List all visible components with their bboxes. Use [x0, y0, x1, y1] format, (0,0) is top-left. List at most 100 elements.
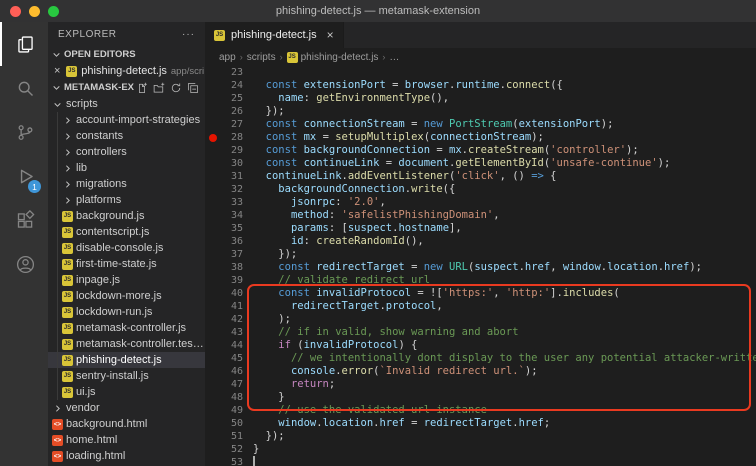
tree-item-ui.js[interactable]: JSui.js: [48, 384, 205, 400]
tree-item-background.html[interactable]: <>background.html: [48, 416, 205, 432]
code-line-36[interactable]: 36 id: createRandomId(),: [205, 235, 756, 248]
line-number[interactable]: 33: [205, 196, 245, 209]
line-number[interactable]: 31: [205, 170, 245, 183]
code-line-43[interactable]: 43 // if in valid, show warning and abor…: [205, 326, 756, 339]
close-icon[interactable]: ×: [327, 28, 334, 42]
code-line-44[interactable]: 44 if (invalidProtocol) {: [205, 339, 756, 352]
line-number[interactable]: 47: [205, 378, 245, 391]
activity-extensions-button[interactable]: [0, 198, 48, 242]
tree-item-lockdown-more.js[interactable]: JSlockdown-more.js: [48, 288, 205, 304]
tree-item-metamask-controller.test.js[interactable]: JSmetamask-controller.test.js: [48, 336, 205, 352]
line-number[interactable]: 24: [205, 79, 245, 92]
line-number[interactable]: 53: [205, 456, 245, 466]
code-line-29[interactable]: 29 const backgroundConnection = mx.creat…: [205, 144, 756, 157]
line-number[interactable]: 26: [205, 105, 245, 118]
tree-item-first-time-state.js[interactable]: JSfirst-time-state.js: [48, 256, 205, 272]
refresh-icon[interactable]: [170, 82, 182, 94]
activity-run-debug-button[interactable]: 1: [0, 154, 48, 198]
tree-item-controllers[interactable]: controllers: [48, 144, 205, 160]
tree-item-scripts[interactable]: scripts: [48, 96, 205, 112]
line-number[interactable]: 25: [205, 92, 245, 105]
tree-item-lib[interactable]: lib: [48, 160, 205, 176]
line-number[interactable]: 50: [205, 417, 245, 430]
code-line-51[interactable]: 51 });: [205, 430, 756, 443]
tree-item-inpage.js[interactable]: JSinpage.js: [48, 272, 205, 288]
tree-item-lockdown-run.js[interactable]: JSlockdown-run.js: [48, 304, 205, 320]
code-line-45[interactable]: 45 // we intentionally dont display to t…: [205, 352, 756, 365]
code-line-23[interactable]: 23: [205, 66, 756, 79]
breadcrumb-item-scripts[interactable]: scripts: [247, 52, 276, 63]
line-number[interactable]: 49: [205, 404, 245, 417]
tree-item-vendor[interactable]: vendor: [48, 400, 205, 416]
activity-account-button[interactable]: [0, 242, 48, 286]
code-area[interactable]: 2324 const extensionPort = browser.runti…: [205, 66, 756, 466]
line-number[interactable]: 41: [205, 300, 245, 313]
workspace-header[interactable]: METAMASK-EXTENS...: [48, 79, 205, 96]
activity-explorer-button[interactable]: [0, 22, 48, 66]
breadcrumb-item-phishing-detect.js[interactable]: JSphishing-detect.js: [287, 52, 379, 63]
code-line-46[interactable]: 46 console.error(`Invalid redirect url.`…: [205, 365, 756, 378]
zoom-window-button[interactable]: [48, 6, 59, 17]
tab-phishing-detect[interactable]: JS phishing-detect.js ×: [205, 22, 344, 48]
breadcrumb-item-…[interactable]: …: [389, 52, 399, 63]
tree-item-platforms[interactable]: platforms: [48, 192, 205, 208]
code-line-26[interactable]: 26 });: [205, 105, 756, 118]
code-line-39[interactable]: 39 // validate redirect url: [205, 274, 756, 287]
code-line-28[interactable]: 28 const mx = setupMultiplex(connectionS…: [205, 131, 756, 144]
tree-item-account-import-strategies[interactable]: account-import-strategies: [48, 112, 205, 128]
new-file-icon[interactable]: [136, 82, 148, 94]
line-number[interactable]: 46: [205, 365, 245, 378]
line-number[interactable]: 52: [205, 443, 245, 456]
activity-search-button[interactable]: [0, 66, 48, 110]
tree-item-constants[interactable]: constants: [48, 128, 205, 144]
tree-item-home.html[interactable]: <>home.html: [48, 432, 205, 448]
tree-item-loading.html[interactable]: <>loading.html: [48, 448, 205, 464]
line-number[interactable]: 36: [205, 235, 245, 248]
code-line-32[interactable]: 32 backgroundConnection.write({: [205, 183, 756, 196]
code-line-38[interactable]: 38 const redirectTarget = new URL(suspec…: [205, 261, 756, 274]
open-editor-item[interactable]: × JS phishing-detect.js app/scri...: [48, 63, 205, 79]
line-number[interactable]: 30: [205, 157, 245, 170]
tree-item-migrations[interactable]: migrations: [48, 176, 205, 192]
code-line-25[interactable]: 25 name: getEnvironmentType(),: [205, 92, 756, 105]
activity-source-control-button[interactable]: [0, 110, 48, 154]
line-number[interactable]: 48: [205, 391, 245, 404]
line-number[interactable]: 23: [205, 66, 245, 79]
tree-item-contentscript.js[interactable]: JScontentscript.js: [48, 224, 205, 240]
open-editors-header[interactable]: OPEN EDITORS: [48, 46, 205, 63]
close-window-button[interactable]: [10, 6, 21, 17]
code-line-48[interactable]: 48 }: [205, 391, 756, 404]
collapse-all-icon[interactable]: [187, 82, 199, 94]
line-number[interactable]: 32: [205, 183, 245, 196]
explorer-more-button[interactable]: ···: [182, 29, 195, 40]
code-line-31[interactable]: 31 continueLink.addEventListener('click'…: [205, 170, 756, 183]
code-line-49[interactable]: 49 // use the validated url instance: [205, 404, 756, 417]
code-line-41[interactable]: 41 redirectTarget.protocol,: [205, 300, 756, 313]
code-line-24[interactable]: 24 const extensionPort = browser.runtime…: [205, 79, 756, 92]
minimize-window-button[interactable]: [29, 6, 40, 17]
tree-item-sentry-install.js[interactable]: JSsentry-install.js: [48, 368, 205, 384]
code-line-35[interactable]: 35 params: [suspect.hostname],: [205, 222, 756, 235]
code-line-27[interactable]: 27 const connectionStream = new PortStre…: [205, 118, 756, 131]
tree-item-disable-console.js[interactable]: JSdisable-console.js: [48, 240, 205, 256]
breakpoint-icon[interactable]: [209, 134, 217, 142]
line-number[interactable]: 42: [205, 313, 245, 326]
code-line-42[interactable]: 42 );: [205, 313, 756, 326]
line-number[interactable]: 45: [205, 352, 245, 365]
new-folder-icon[interactable]: [153, 82, 165, 94]
line-number[interactable]: 40: [205, 287, 245, 300]
code-line-52[interactable]: 52}: [205, 443, 756, 456]
breadcrumb-item-app[interactable]: app: [219, 52, 236, 63]
tree-item-background.js[interactable]: JSbackground.js: [48, 208, 205, 224]
code-line-30[interactable]: 30 const continueLink = document.getElem…: [205, 157, 756, 170]
line-number[interactable]: 39: [205, 274, 245, 287]
line-number[interactable]: 34: [205, 209, 245, 222]
line-number[interactable]: 27: [205, 118, 245, 131]
code-line-53[interactable]: 53: [205, 456, 756, 466]
line-number[interactable]: 51: [205, 430, 245, 443]
code-line-50[interactable]: 50 window.location.href = redirectTarget…: [205, 417, 756, 430]
code-line-40[interactable]: 40 const invalidProtocol = !['https:', '…: [205, 287, 756, 300]
line-number[interactable]: 38: [205, 261, 245, 274]
tree-item-phishing-detect.js[interactable]: JSphishing-detect.js: [48, 352, 205, 368]
line-number[interactable]: 44: [205, 339, 245, 352]
